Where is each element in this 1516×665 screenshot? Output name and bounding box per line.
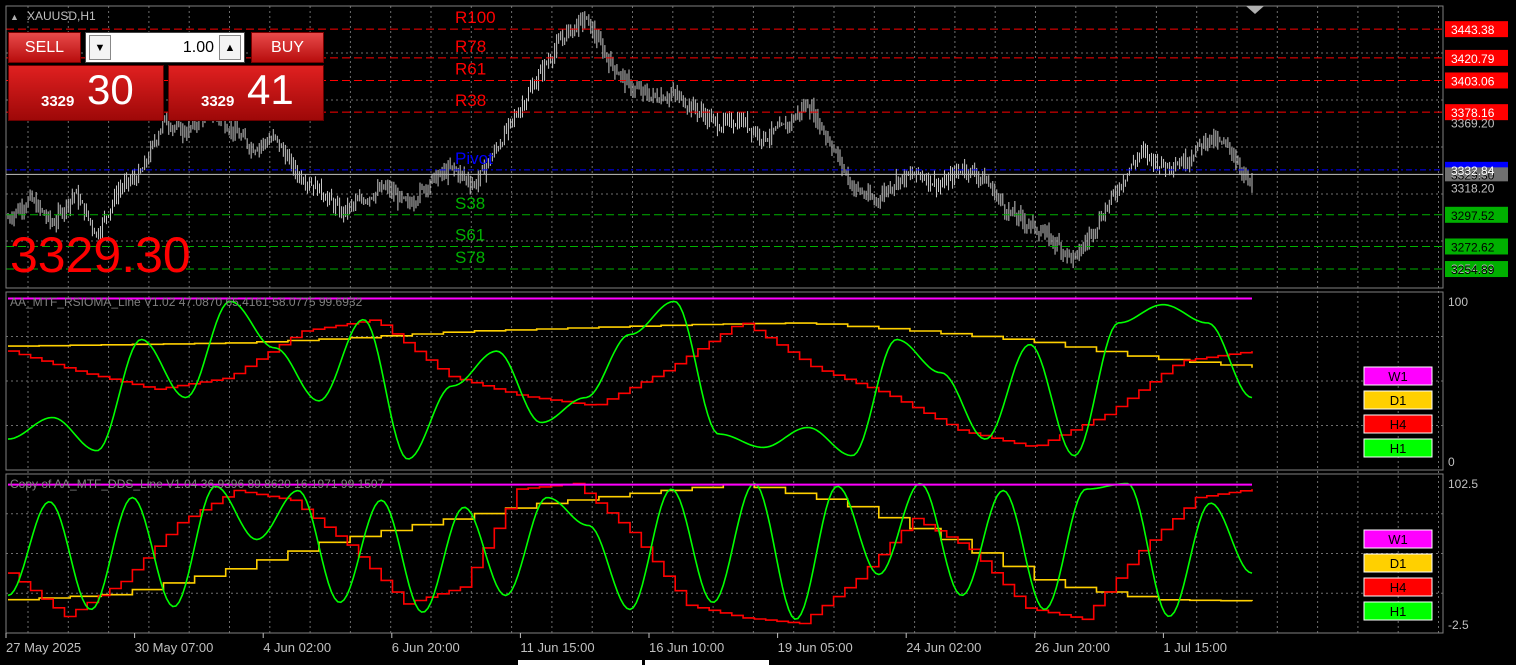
level-label-s61: S61: [455, 225, 485, 244]
level-label-pivot: Pivot: [455, 149, 493, 168]
indicator1-title: AA_MTF_RSIOMA_Line V1.02 47.0870 65.4161…: [10, 295, 363, 309]
level-label-r78: R78: [455, 37, 486, 56]
time-axis-label: 19 Jun 05:00: [778, 640, 853, 655]
level-label-r100: R100: [455, 8, 496, 27]
time-axis-label: 11 Jun 15:00: [520, 640, 594, 655]
legend-label-h1: H1: [1390, 604, 1407, 619]
buy-price-points: 41: [247, 66, 294, 113]
time-axis-label: 4 Jun 02:00: [263, 640, 331, 655]
level-label-r38: R38: [455, 91, 486, 110]
level-price-tag-label: 3420.79: [1451, 52, 1495, 66]
series-line-h4: [8, 319, 1253, 447]
legend-label-h1: H1: [1390, 441, 1407, 456]
time-axis-label: 27 May 2025: [6, 640, 81, 655]
legend-label-d1: D1: [1390, 556, 1407, 571]
indicator2-title: Copy of AA_MTF_DDS_Line V1.04 36.9396 89…: [10, 477, 385, 491]
series-line-h1: [7, 482, 1253, 620]
horizontal-grid: [6, 52, 1443, 594]
sell-price-points: 30: [87, 66, 134, 113]
buy-price-prefix: 3329: [201, 93, 235, 110]
sell-price-prefix: 3329: [41, 93, 75, 110]
current-price-display: 3329.30: [10, 227, 191, 283]
level-price-tag-label: 3378.16: [1451, 106, 1495, 120]
buy-button[interactable]: BUY: [251, 32, 324, 63]
scroll-box: [518, 660, 642, 665]
level-label-s78: S78: [455, 248, 485, 267]
level-label-r61: R61: [455, 59, 486, 78]
buy-price-button[interactable]: 3329 41: [168, 65, 324, 121]
collapse-icon: ▲: [10, 12, 19, 22]
lots-value[interactable]: 1.00: [114, 33, 214, 62]
series-line-d1: [8, 322, 1253, 368]
level-price-tag-label: 3254.89: [1451, 263, 1495, 277]
legend-label-d1: D1: [1390, 393, 1407, 408]
indicator2-axis-top: 102.5: [1448, 477, 1478, 491]
chart-shift-icon: [1246, 6, 1264, 14]
level-price-tag-label: 3272.62: [1451, 240, 1495, 254]
one-click-trading-panel: SELL ▼ 1.00 ▲ BUY 3329 30 3329 41: [8, 32, 324, 121]
legend-label-w1: W1: [1388, 532, 1408, 547]
rsioma-lines: [7, 297, 1433, 460]
level-price-tag-label: 3297.52: [1451, 209, 1495, 223]
sell-price-button[interactable]: 3329 30: [8, 65, 164, 121]
time-axis-label: 26 Jun 20:00: [1035, 640, 1110, 655]
price-axis-label: 3318.20: [1451, 181, 1495, 195]
time-axis-label: 16 Jun 10:00: [649, 640, 724, 655]
level-price-tag-label: 3332.84: [1451, 164, 1495, 178]
time-axis-label: 30 May 07:00: [135, 640, 214, 655]
indicator1-axis-top: 100: [1448, 295, 1468, 309]
indicator1-axis-bottom: 0: [1448, 455, 1455, 469]
symbol-title: XAUUSD,H1: [27, 9, 96, 23]
legend-label-h4: H4: [1390, 417, 1407, 432]
time-axis-label: 6 Jun 20:00: [392, 640, 460, 655]
chevron-down-icon[interactable]: ▼: [89, 35, 111, 60]
lots-input[interactable]: ▼ 1.00 ▲: [85, 32, 245, 63]
time-axis-label: 24 Jun 02:00: [906, 640, 981, 655]
time-axis-label: 1 Jul 15:00: [1163, 640, 1227, 655]
level-price-tag-label: 3403.06: [1451, 74, 1495, 88]
sell-button[interactable]: SELL: [8, 32, 81, 63]
indicator2-axis-bottom: -2.5: [1448, 618, 1469, 632]
legend-label-h4: H4: [1390, 580, 1407, 595]
level-label-s38: S38: [455, 194, 485, 213]
chevron-up-icon[interactable]: ▲: [219, 35, 241, 60]
scroll-box: [645, 660, 769, 665]
series-line-h4: [8, 482, 1253, 625]
legend-label-w1: W1: [1388, 369, 1408, 384]
level-price-tag-label: 3443.38: [1451, 23, 1495, 37]
